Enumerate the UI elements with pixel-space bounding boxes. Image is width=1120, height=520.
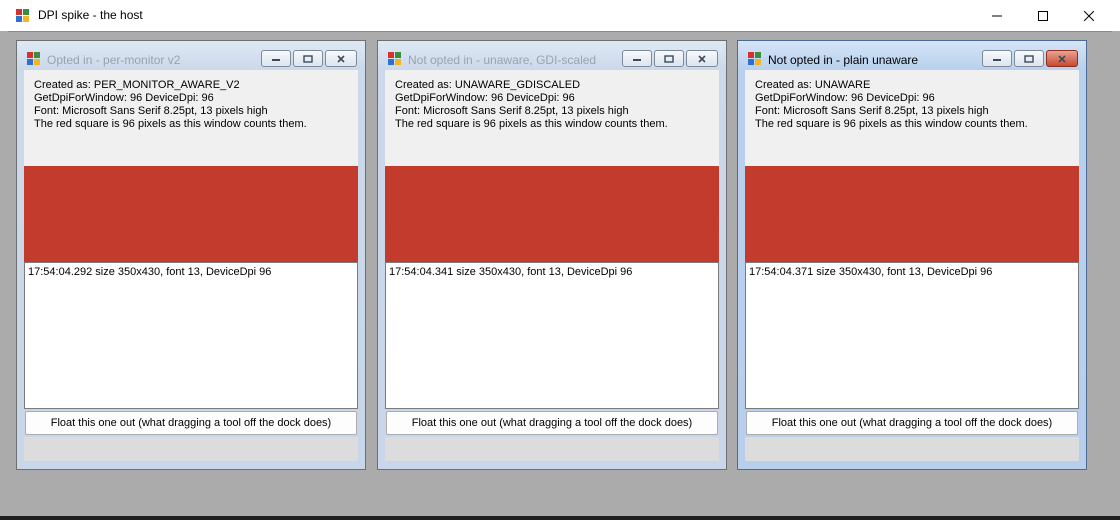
- host-close-button[interactable]: [1066, 0, 1112, 31]
- minimize-icon: [992, 15, 1002, 16]
- minimize-icon: [633, 58, 641, 61]
- red-square: [745, 166, 1079, 262]
- host-title: DPI spike - the host: [38, 8, 143, 22]
- info-line: Font: Microsoft Sans Serif 8.25pt, 13 pi…: [755, 105, 989, 117]
- status-strip: [385, 437, 719, 461]
- info-panel: Created as: UNAWARE GetDpiForWindow: 96 D…: [745, 70, 1079, 166]
- float-out-button[interactable]: Float this one out (what dragging a tool…: [386, 411, 718, 435]
- info-panel: Created as: UNAWARE_GDISCALED GetDpiForWi…: [385, 70, 719, 166]
- info-line: Created as: UNAWARE_GDISCALED: [395, 79, 581, 91]
- mdi-child-window-1[interactable]: Opted in - per-monitor v2 Created as: PE…: [16, 40, 366, 470]
- close-icon: [1084, 10, 1094, 21]
- info-line: GetDpiForWindow: 96 DeviceDpi: 96: [34, 92, 214, 104]
- child-app-icon: [388, 52, 401, 65]
- child-caption-buttons: [622, 50, 718, 67]
- info-line: Font: Microsoft Sans Serif 8.25pt, 13 pi…: [395, 105, 629, 117]
- mdi-child-window-3[interactable]: Not opted in - plain unaware Created as:…: [737, 40, 1087, 470]
- info-line: Created as: UNAWARE: [755, 79, 871, 91]
- child-minimize-button[interactable]: [982, 50, 1012, 67]
- minimize-icon: [272, 58, 280, 61]
- info-line: The red square is 96 pixels as this wind…: [755, 118, 1028, 130]
- app-icon: [16, 9, 29, 22]
- child-maximize-button[interactable]: [293, 50, 323, 67]
- info-line: GetDpiForWindow: 96 DeviceDpi: 96: [395, 92, 575, 104]
- info-line: Font: Microsoft Sans Serif 8.25pt, 13 pi…: [34, 105, 268, 117]
- log-list[interactable]: 17:54:04.341 size 350x430, font 13, Devi…: [385, 262, 719, 409]
- child-close-button[interactable]: [325, 50, 357, 67]
- close-icon: [337, 54, 345, 63]
- red-square: [385, 166, 719, 262]
- close-icon: [1058, 54, 1066, 63]
- info-line: The red square is 96 pixels as this wind…: [395, 118, 668, 130]
- host-bottom-border: [0, 516, 1120, 520]
- info-line: Created as: PER_MONITOR_AWARE_V2: [34, 79, 240, 91]
- maximize-icon: [303, 54, 313, 63]
- child-caption-buttons: [982, 50, 1078, 67]
- maximize-icon: [1024, 54, 1034, 63]
- child-caption-buttons: [261, 50, 357, 67]
- log-list[interactable]: 17:54:04.371 size 350x430, font 13, Devi…: [745, 262, 1079, 409]
- child-minimize-button[interactable]: [261, 50, 291, 67]
- child-title: Not opted in - plain unaware: [768, 53, 919, 67]
- status-strip: [24, 437, 358, 461]
- mdi-child-window-2[interactable]: Not opted in - unaware, GDI-scaled Creat…: [377, 40, 727, 470]
- host-titlebar[interactable]: DPI spike - the host: [0, 0, 1120, 31]
- maximize-icon: [664, 54, 674, 63]
- child-close-button[interactable]: [686, 50, 718, 67]
- red-square: [24, 166, 358, 262]
- child-app-icon: [748, 52, 761, 65]
- info-panel: Created as: PER_MONITOR_AWARE_V2 GetDpiFo…: [24, 70, 358, 166]
- child-maximize-button[interactable]: [1014, 50, 1044, 67]
- child-maximize-button[interactable]: [654, 50, 684, 67]
- float-out-button[interactable]: Float this one out (what dragging a tool…: [746, 411, 1078, 435]
- host-minimize-button[interactable]: [974, 0, 1020, 31]
- minimize-icon: [993, 58, 1001, 61]
- host-right-border: [1112, 31, 1120, 516]
- child-title: Opted in - per-monitor v2: [47, 53, 181, 67]
- host-left-border: [0, 31, 8, 516]
- info-line: GetDpiForWindow: 96 DeviceDpi: 96: [755, 92, 935, 104]
- log-item: 17:54:04.341 size 350x430, font 13, Devi…: [389, 266, 633, 278]
- status-strip: [745, 437, 1079, 461]
- child-minimize-button[interactable]: [622, 50, 652, 67]
- child-app-icon: [27, 52, 40, 65]
- maximize-icon: [1038, 10, 1048, 21]
- child-title: Not opted in - unaware, GDI-scaled: [408, 53, 597, 67]
- child-close-button[interactable]: [1046, 50, 1078, 67]
- host-maximize-button[interactable]: [1020, 0, 1066, 31]
- log-list[interactable]: 17:54:04.292 size 350x430, font 13, Devi…: [24, 262, 358, 409]
- float-out-button[interactable]: Float this one out (what dragging a tool…: [25, 411, 357, 435]
- log-item: 17:54:04.292 size 350x430, font 13, Devi…: [28, 266, 272, 278]
- info-line: The red square is 96 pixels as this wind…: [34, 118, 307, 130]
- log-item: 17:54:04.371 size 350x430, font 13, Devi…: [749, 266, 993, 278]
- close-icon: [698, 54, 706, 63]
